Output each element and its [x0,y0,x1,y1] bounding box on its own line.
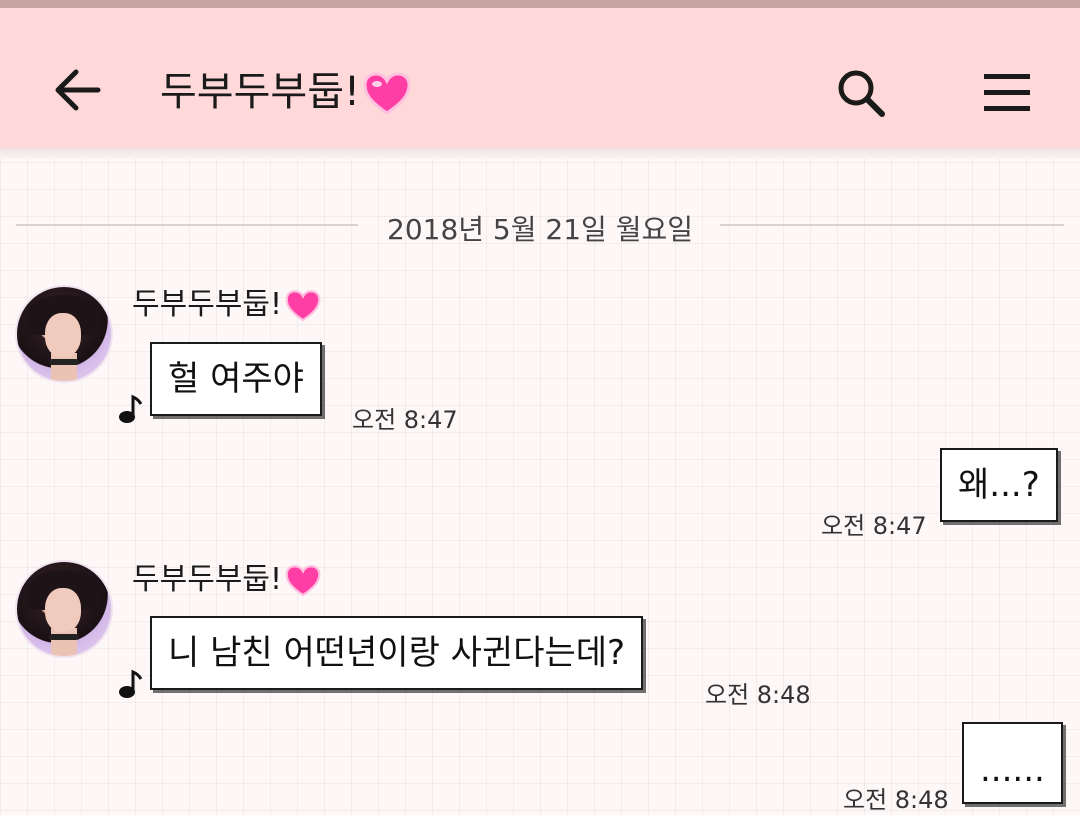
divider-line [16,224,358,226]
back-button[interactable] [50,62,106,118]
chat-title-text: 두부두부둡! [160,69,361,115]
message-bubble[interactable]: 왜...? [940,448,1058,522]
header-shadow [0,148,1080,158]
message-bubble[interactable]: 니 남친 어떤년이랑 사귄다는데? [150,616,644,690]
avatar[interactable] [15,560,113,658]
menu-button[interactable] [980,66,1036,122]
sender-name: 두부두부둡! [132,560,322,600]
message-bubble[interactable]: 헐 여주야 [150,342,322,416]
hamburger-menu-icon [984,74,1030,111]
music-note-icon [119,669,142,698]
heart-icon [285,289,321,321]
arrow-left-icon [55,69,101,111]
search-button[interactable] [834,66,890,122]
date-divider: 2018년 5월 21일 월요일 [0,200,1080,250]
avatar[interactable] [15,285,113,383]
search-icon [838,70,885,117]
message-time: 오전 8:47 [821,512,927,540]
message-time: 오전 8:48 [705,681,811,709]
sender-name: 두부두부둡! [132,285,322,325]
chat-header: 두부두부둡! [0,8,1080,148]
message-time: 오전 8:47 [352,406,458,434]
heart-icon [363,72,411,115]
date-divider-text: 2018년 5월 21일 월요일 [387,213,693,246]
divider-line [720,224,1064,226]
heart-icon [285,564,321,596]
message-bubble[interactable]: ...... [962,722,1063,804]
chat-title: 두부두부둡! [160,64,412,120]
music-note-icon [119,394,142,423]
status-strip [0,0,1080,8]
